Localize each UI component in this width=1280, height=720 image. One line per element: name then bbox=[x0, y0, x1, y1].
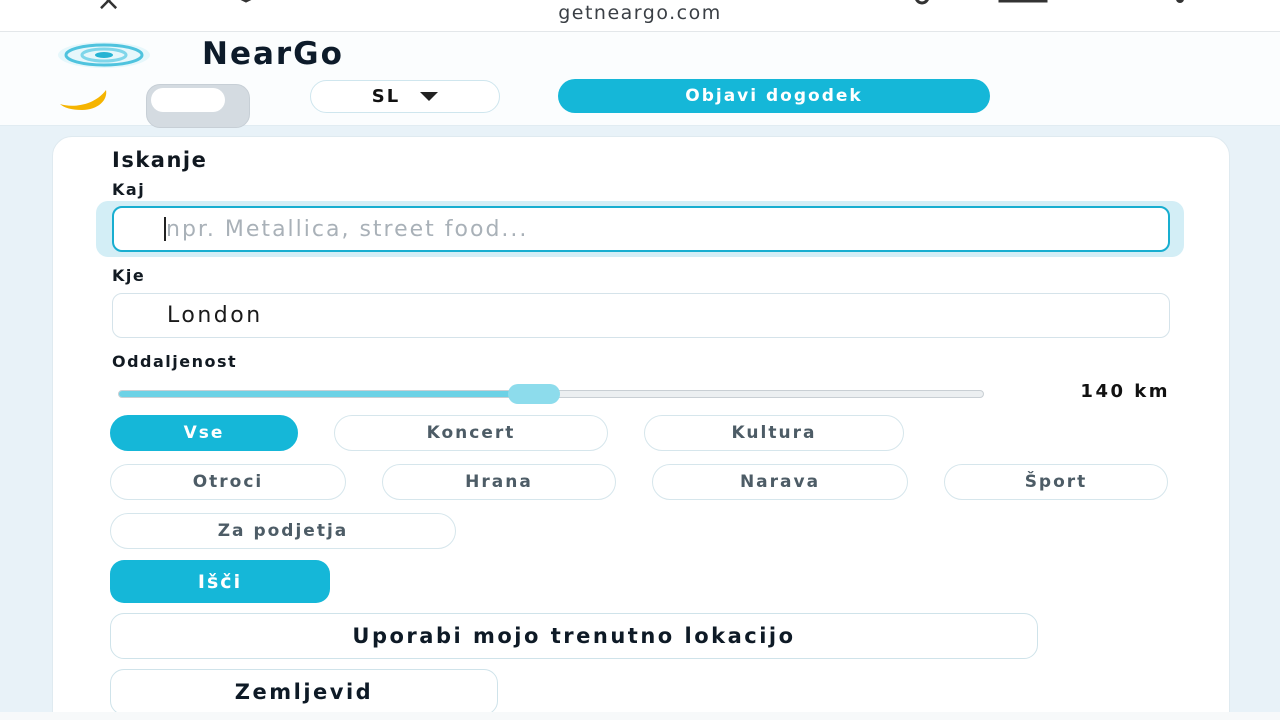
category-chip-za-podjetja[interactable]: Za podjetja bbox=[110, 513, 456, 549]
distance-slider-fill bbox=[119, 391, 535, 397]
url-bar[interactable]: getneargo.com bbox=[0, 2, 1280, 24]
more-options-icon[interactable] bbox=[1170, 0, 1190, 4]
logo-icon[interactable] bbox=[56, 40, 152, 70]
distance-label: Oddaljenost bbox=[112, 352, 238, 371]
category-chip-narava[interactable]: Narava bbox=[652, 464, 908, 500]
share-icon[interactable] bbox=[862, 0, 932, 6]
map-button[interactable]: Zemljevid bbox=[110, 669, 498, 715]
app-header: NearGo SL Objavi dogodek bbox=[0, 32, 1280, 128]
language-select[interactable]: SL bbox=[310, 80, 500, 113]
what-input[interactable] bbox=[112, 206, 1170, 252]
category-chip-hrana[interactable]: Hrana bbox=[382, 464, 616, 500]
caret-down-icon bbox=[420, 92, 439, 101]
category-chip-otroci[interactable]: Otroci bbox=[110, 464, 346, 500]
language-value: SL bbox=[371, 86, 401, 107]
category-chip-kultura[interactable]: Kultura bbox=[644, 415, 904, 451]
search-button[interactable]: Išči bbox=[110, 560, 330, 603]
what-label: Kaj bbox=[112, 180, 146, 199]
where-input[interactable] bbox=[112, 293, 1170, 338]
toggle-knob bbox=[151, 88, 225, 112]
category-chip-sport[interactable]: Šport bbox=[944, 464, 1168, 500]
category-chip-vse[interactable]: Vse bbox=[110, 415, 298, 451]
section-title: Iskanje bbox=[112, 148, 208, 172]
distance-slider-thumb[interactable] bbox=[507, 384, 560, 404]
theme-toggle[interactable] bbox=[146, 84, 250, 128]
publish-event-button[interactable]: Objavi dogodek bbox=[558, 79, 990, 113]
distance-value: 140 km bbox=[1080, 381, 1170, 402]
moon-icon[interactable] bbox=[58, 86, 112, 112]
bookmark-icon[interactable] bbox=[998, 0, 1048, 4]
brand-name[interactable]: NearGo bbox=[202, 36, 344, 72]
bottom-edge bbox=[0, 712, 1280, 720]
browser-toolbar: × getneargo.com bbox=[0, 0, 1280, 32]
category-chip-koncert[interactable]: Koncert bbox=[334, 415, 608, 451]
text-cursor bbox=[164, 217, 166, 241]
use-my-location-button[interactable]: Uporabi mojo trenutno lokacijo bbox=[110, 613, 1038, 659]
where-label: Kje bbox=[112, 266, 146, 285]
